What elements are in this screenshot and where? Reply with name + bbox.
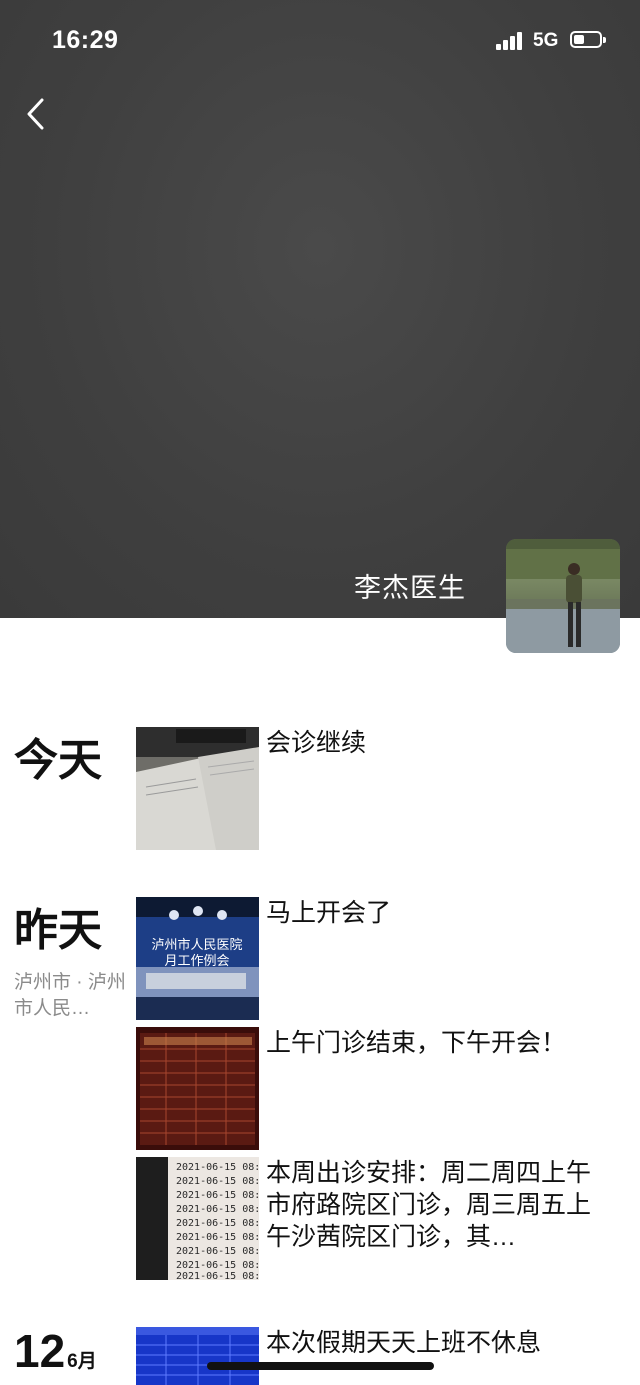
post-image-meeting[interactable]: 泸州市人民医院 月工作例会 <box>136 897 259 1020</box>
back-button[interactable] <box>22 96 52 132</box>
timestamp-4: 2021-06-15 08:08 <box>176 1218 259 1229</box>
timestamp-7: 2021-06-15 08:14 <box>176 1260 259 1271</box>
timestamp-1: 2021-06-15 08:02 <box>176 1176 259 1187</box>
avatar[interactable] <box>506 539 620 653</box>
post-image-schedule-board[interactable] <box>136 1027 259 1150</box>
timestamp-5: 2021-06-15 08:10 <box>176 1232 259 1243</box>
battery-icon <box>570 31 606 48</box>
post-image-today[interactable] <box>136 727 259 850</box>
profile-name[interactable]: 李杰医生 <box>354 566 466 605</box>
timestamp-0: 2021-06-15 08:00 <box>176 1162 259 1173</box>
timestamp-3: 2021-06-15 08:06 <box>176 1204 259 1215</box>
home-indicator[interactable] <box>207 1362 434 1370</box>
chevron-left-icon <box>27 98 44 130</box>
post-image-holiday-roster[interactable] <box>136 1327 259 1385</box>
post-text-clinic-done[interactable]: 上午门诊结束，下午开会！ <box>266 1027 596 1059</box>
day-label-today: 今天 <box>14 736 102 785</box>
status-time: 16:29 <box>52 26 119 54</box>
post-image-timestamps[interactable]: 2021-06-15 08:00 2021-06-15 08:02 2021-0… <box>136 1157 259 1280</box>
post-text-today[interactable]: 会诊继续 <box>266 727 596 759</box>
image-caption-line1: 泸州市人民医院 <box>151 937 242 953</box>
network-label: 5G <box>533 30 559 51</box>
day-label-date: 12 6月 <box>14 1324 97 1378</box>
cover-image[interactable] <box>0 0 640 618</box>
date-day: 12 <box>14 1325 66 1377</box>
location-text[interactable]: 泸州市 · 泸州市人民… <box>14 970 128 1022</box>
date-month: 6月 <box>67 1351 97 1372</box>
image-caption-line2: 月工作例会 <box>164 954 229 969</box>
day-label-yesterday: 昨天 <box>14 906 102 955</box>
timestamp-2: 2021-06-15 08:04 <box>176 1190 259 1201</box>
post-text-meeting[interactable]: 马上开会了 <box>266 897 596 929</box>
timestamp-8: 2021-06-15 08:30 <box>176 1271 259 1280</box>
post-text-holiday[interactable]: 本次假期天天上班不休息 <box>266 1327 596 1359</box>
cellular-signal-icon <box>496 32 524 50</box>
timestamp-6: 2021-06-15 08:12 <box>176 1246 259 1257</box>
post-text-weekly-schedule[interactable]: 本周出诊安排：周二周四上午市府路院区门诊，周三周五上午沙茜院区门诊，其… <box>266 1157 596 1253</box>
